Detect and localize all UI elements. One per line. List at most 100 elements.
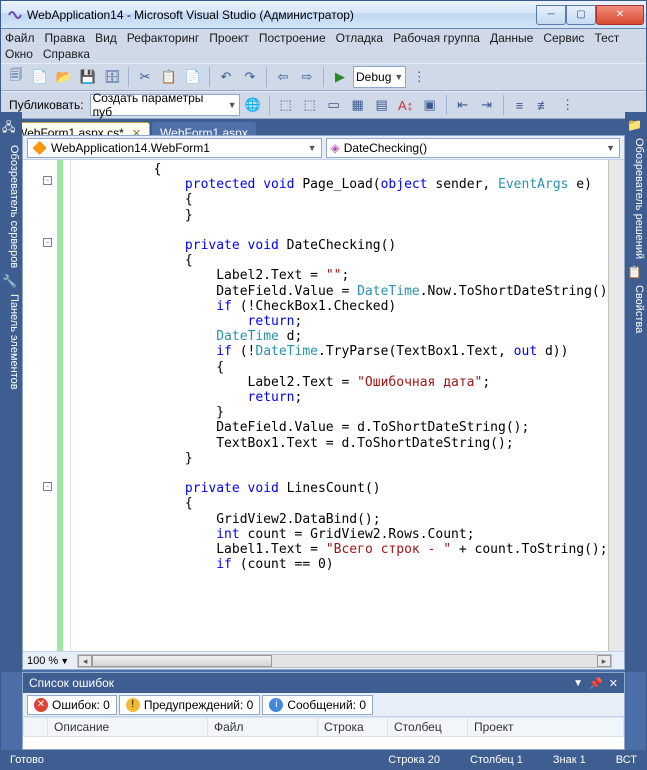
messages-filter[interactable]: i Сообщений: 0 [262,695,373,715]
new-project-icon[interactable]: 🗐 [5,66,27,88]
menu-debug[interactable]: Отладка [336,31,383,45]
toolbox-icon[interactable]: 🔧 [2,274,20,288]
save-all-icon[interactable]: 🗄 [101,66,123,88]
error-filters: ✕ Ошибок: 0 ! Предупреждений: 0 i Сообще… [23,693,624,717]
zoom-text: 100 % [27,655,58,667]
close-button[interactable]: ✕ [596,5,644,25]
menu-project[interactable]: Проект [209,31,249,45]
code-editor[interactable]: - - - { protected void Page_Load(object … [23,160,624,651]
menu-file[interactable]: Файл [5,31,35,45]
col-file[interactable]: Файл [208,718,318,737]
indent-right-icon[interactable]: ⇥ [476,94,498,116]
col-line[interactable]: Строка [318,718,388,737]
menu-refactor[interactable]: Рефакторинг [127,31,200,45]
tool-icon[interactable]: ▦ [347,94,369,116]
minimize-button[interactable]: ─ [536,5,566,25]
error-list-title: Список ошибок [29,676,114,690]
separator [503,95,504,115]
properties-icon[interactable]: 📋 [627,265,645,279]
col-project[interactable]: Проект [468,718,624,737]
vertical-scrollbar[interactable] [608,160,624,651]
tool-icon[interactable]: ▭ [323,94,345,116]
nav-back-icon[interactable]: ⇦ [272,66,294,88]
warnings-filter[interactable]: ! Предупреждений: 0 [119,695,261,715]
indent-left-icon[interactable]: ⇤ [452,94,474,116]
right-side-panels: 📁 Обозреватель решений 📋 Свойства [625,112,647,672]
configuration-dropdown[interactable]: Debug ▼ [353,66,406,88]
chevron-down-icon: ▼ [606,143,615,153]
outline-collapse-icon[interactable]: - [43,238,52,247]
menu-window[interactable]: Окно [5,47,33,61]
cut-icon[interactable]: ✂ [134,66,156,88]
toolbar-overflow-icon[interactable]: ⋮ [408,66,430,88]
separator [323,67,324,87]
horizontal-scrollbar[interactable]: ◂ ▸ [77,654,612,668]
menu-bar: Файл Правка Вид Рефакторинг Проект Постр… [1,29,646,63]
chevron-down-icon[interactable]: ▼ [573,678,583,689]
tool-icon[interactable]: ⬚ [299,94,321,116]
class-dropdown[interactable]: 🔶 WebApplication14.WebForm1 ▼ [27,138,322,158]
paste-icon[interactable]: 📄 [182,66,204,88]
method-dropdown[interactable]: ◈ DateChecking() ▼ [326,138,621,158]
change-margin [57,160,63,651]
menu-tools[interactable]: Сервис [543,31,584,45]
col-icon[interactable] [24,718,48,737]
col-column[interactable]: Столбец [388,718,468,737]
menu-view[interactable]: Вид [95,31,117,45]
separator [209,67,210,87]
add-item-icon[interactable]: 📄 [29,66,51,88]
pin-icon[interactable]: 📌 [589,677,603,690]
nav-forward-icon[interactable]: ⇨ [296,66,318,88]
tool-icon[interactable]: ▤ [371,94,393,116]
status-char: Знак 1 [553,754,586,766]
messages-count: Сообщений: 0 [287,698,366,712]
undo-icon[interactable]: ↶ [215,66,237,88]
solution-explorer-icon[interactable]: 📁 [627,118,645,132]
menu-team[interactable]: Рабочая группа [393,31,480,45]
scroll-right-icon[interactable]: ▸ [597,655,611,667]
status-ready: Готово [10,754,44,766]
error-list-header: Список ошибок ▼ 📌 ✕ [23,673,624,693]
server-explorer-icon[interactable]: 🖧 [2,118,20,139]
outline-collapse-icon[interactable]: - [43,482,52,491]
copy-icon[interactable]: 📋 [158,66,180,88]
publish-target-dropdown[interactable]: Создать параметры пуб ▼ [90,94,240,116]
status-ins: ВСТ [616,754,637,766]
server-explorer-tab[interactable]: Обозреватель серверов [2,145,20,268]
open-icon[interactable]: 📂 [53,66,75,88]
redo-icon[interactable]: ↷ [239,66,261,88]
chevron-down-icon: ▼ [394,72,403,82]
publish-icon[interactable]: 🌐 [242,94,264,116]
maximize-button[interactable]: ▢ [566,5,596,25]
comment-icon[interactable]: ≡ [509,94,531,116]
publish-toolbar: Публиковать: Создать параметры пуб ▼ 🌐 ⬚… [1,91,646,119]
toolbar-overflow-icon[interactable]: ⋮ [557,94,579,116]
menu-edit[interactable]: Правка [45,31,86,45]
font-size-icon[interactable]: A↕ [395,94,417,116]
start-debug-icon[interactable]: ▶ [329,66,351,88]
info-badge-icon: i [269,698,283,712]
col-description[interactable]: Описание [48,718,208,737]
solution-explorer-tab[interactable]: Обозреватель решений [627,138,645,259]
menu-build[interactable]: Построение [259,31,326,45]
window-title: WebApplication14 - Microsoft Visual Stud… [27,8,536,22]
config-label: Debug [356,70,391,84]
method-icon: ◈ [331,141,340,155]
properties-tab[interactable]: Свойства [627,285,645,333]
tool-icon[interactable]: ⬚ [275,94,297,116]
save-icon[interactable]: 💾 [77,66,99,88]
zoom-level[interactable]: 100 % ▼ [27,655,69,667]
scroll-thumb[interactable] [92,655,272,667]
close-icon[interactable]: ✕ [609,677,618,690]
uncomment-icon[interactable]: ≢ [533,94,555,116]
outline-collapse-icon[interactable]: - [43,176,52,185]
code-text[interactable]: { protected void Page_Load(object sender… [71,160,608,651]
toolbox-tab[interactable]: Панель элементов [2,294,20,390]
menu-test[interactable]: Тест [594,31,619,45]
scroll-left-icon[interactable]: ◂ [78,655,92,667]
menu-data[interactable]: Данные [490,31,533,45]
errors-filter[interactable]: ✕ Ошибок: 0 [27,695,117,715]
errors-count: Ошибок: 0 [52,698,110,712]
tool-icon[interactable]: ▣ [419,94,441,116]
menu-help[interactable]: Справка [43,47,90,61]
